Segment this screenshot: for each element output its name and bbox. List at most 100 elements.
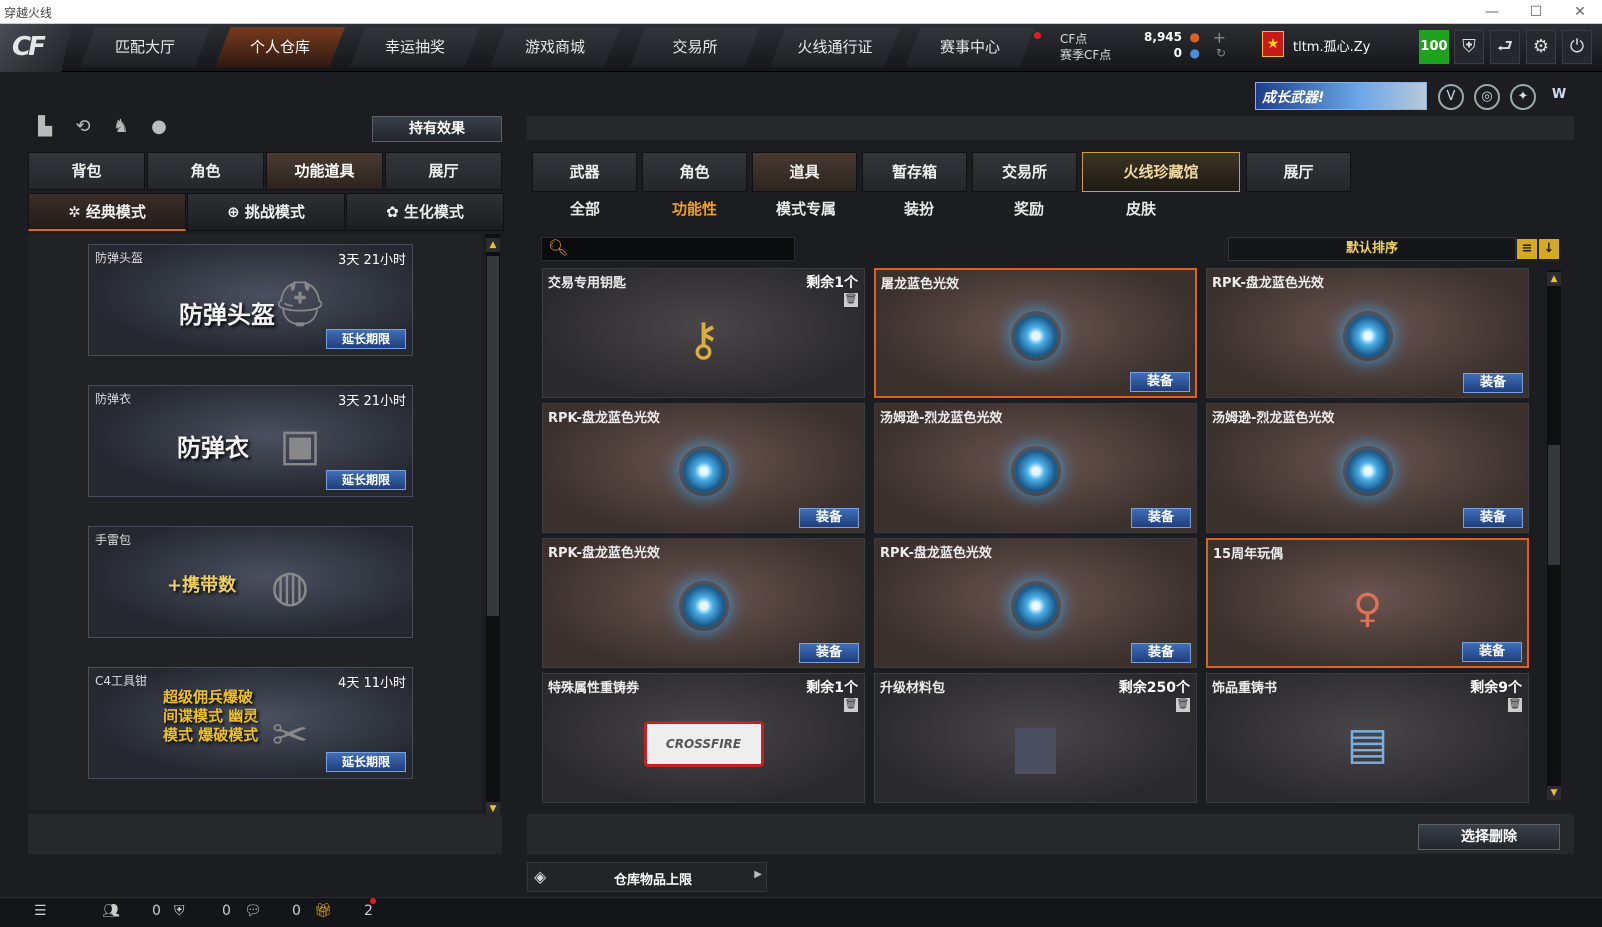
grid-item[interactable]: 特殊属性重铸券 剩余1个 🗑︎ CROSSFIRE [542,673,865,803]
trash-icon[interactable]: 🗑︎ [844,293,858,307]
clan-icon[interactable]: ⛨ [174,903,185,919]
subtab-mode-exclusive[interactable]: 模式专属 [776,198,836,222]
avatar[interactable]: ★ [1262,31,1284,57]
extend-button[interactable]: 延长期限 [326,470,406,490]
grid-item[interactable]: 汤姆逊-烈龙蓝色光效 装备 [874,403,1197,533]
username: tltm.孤心.Zy [1293,40,1371,55]
tab-backpack[interactable]: 背包 [28,152,145,190]
equip-button[interactable]: 装备 [1131,643,1191,663]
tab-showroom[interactable]: 展厅 [385,152,502,190]
storage-limit[interactable]: ◈ 仓库物品上限 ▶ [527,862,767,892]
list-view-icon[interactable]: ≡ [1517,239,1537,259]
tab-functional-items[interactable]: 功能道具 [266,152,383,190]
mode-classic[interactable]: ✲ 经典模式 [28,193,186,231]
grid-item[interactable]: 屠龙蓝色光效 装备 [874,268,1197,398]
grid-item[interactable]: 汤姆逊-烈龙蓝色光效 装备 [1206,403,1529,533]
grid-item[interactable]: 饰品重铸书 剩余9个 🗑︎ ▤ [1206,673,1529,803]
menu-icon[interactable]: ☰ [34,903,47,919]
tab-storage-box[interactable]: 暂存箱 [862,152,967,192]
biochem-mode-icon: ✿ [386,203,404,221]
list-item[interactable]: C4工具钳 4天 11小时 超级佣兵爆破 间谍模式 幽灵模式 爆破模式 ✂ 延长… [88,667,413,779]
search-input[interactable]: 🔍︎ [541,237,795,261]
badge-v-icon[interactable]: V [1438,84,1464,110]
right-scroll-thumb[interactable] [1548,445,1560,565]
delete-button[interactable]: 选择删除 [1418,824,1560,850]
grid-item[interactable]: RPK-盘龙蓝色光效 装备 [542,538,865,668]
close-icon[interactable]: ✕ [1558,0,1602,24]
subtab-skins[interactable]: 皮肤 [1126,198,1156,222]
add-icon[interactable]: + [1213,28,1226,47]
trash-icon[interactable]: 🗑︎ [844,698,858,712]
grid-item[interactable]: 交易专用钥匙 剩余1个 🗑︎ ⚷ [542,268,865,398]
tab-character[interactable]: 角色 [147,152,264,190]
grid-item[interactable]: RPK-盘龙蓝色光效 装备 [542,403,865,533]
list-item[interactable]: 防弹头盔 3天 21小时 ⛑ 防弹头盔 延长期限 [88,244,413,356]
tab-exchange-right[interactable]: 交易所 [972,152,1077,192]
extend-button[interactable]: 延长期限 [326,752,406,772]
nav-tab-pass[interactable]: 火线通行证 [770,27,900,67]
equip-button[interactable]: 装备 [1462,642,1522,662]
target-icon[interactable]: ✦ [1510,84,1536,110]
return-icon[interactable]: ⮐ [1490,30,1520,64]
list-item[interactable]: 防弹衣 3天 21小时 ▣ 防弹衣 延长期限 [88,385,413,497]
tab-weapons[interactable]: 武器 [532,152,637,192]
tab-roles[interactable]: 角色 [642,152,747,192]
power-icon[interactable]: ⏻ [1562,30,1592,64]
subtab-outfit[interactable]: 装扮 [904,198,934,222]
scroll-up-icon[interactable]: ▲ [486,238,500,252]
history-icon[interactable]: ⟲ [70,116,96,142]
mode-biochem[interactable]: ✿ 生化模式 [346,193,504,231]
tab-collection[interactable]: 火线珍藏馆 [1082,152,1240,192]
equip-button[interactable]: 装备 [1131,508,1191,528]
trash-icon[interactable]: 🗑︎ [1176,698,1190,712]
promo-banner[interactable]: 成长武器! [1255,82,1427,110]
level-badge: 100 [1419,30,1449,64]
equip-button[interactable]: 装备 [1130,372,1190,392]
equip-button[interactable]: 装备 [799,508,859,528]
left-scroll-thumb[interactable] [487,256,499,616]
trash-icon[interactable]: 🗑︎ [1508,698,1522,712]
nav-tab-events[interactable]: 赛事中心 [905,27,1035,67]
gift-icon[interactable]: 🎁︎ [314,903,332,919]
nav-tab-shop[interactable]: 游戏商城 [490,27,620,67]
scroll-up-icon[interactable]: ▲ [1547,272,1561,286]
equip-button[interactable]: 装备 [1463,373,1523,393]
sort-direction-icon[interactable]: ↓ [1539,239,1559,259]
tab-props[interactable]: 道具 [752,152,857,192]
grenade-icon[interactable]: ● [146,116,172,142]
mode-challenge[interactable]: ⊕ 挑战模式 [187,193,345,231]
subtab-functional[interactable]: 功能性 [672,198,717,222]
grid-item[interactable]: 升级材料包 剩余250个 🗑︎ ▆ [874,673,1197,803]
equip-button[interactable]: 装备 [1463,508,1523,528]
list-item[interactable]: 手雷包 ◍ +携带数 [88,526,413,638]
extend-button[interactable]: 延长期限 [326,329,406,349]
refresh-icon[interactable]: ↻ [1216,46,1226,60]
nav-tab-match-lobby[interactable]: 匹配大厅 [80,27,210,67]
grid-item[interactable]: 15周年玩偶 ♀ 装备 [1206,538,1529,668]
grid-item[interactable]: RPK-盘龙蓝色光效 装备 [1206,268,1529,398]
right-footer [527,814,1574,854]
effect-button[interactable]: 持有效果 [372,116,502,142]
subtab-all[interactable]: 全部 [570,198,600,222]
maximize-icon[interactable]: ☐ [1514,0,1558,24]
cf-logo[interactable]: CF [0,24,72,72]
gear-icon[interactable]: ⚙ [1526,30,1556,64]
subtab-rewards[interactable]: 奖励 [1014,198,1044,222]
grid-item[interactable]: RPK-盘龙蓝色光效 装备 [874,538,1197,668]
globe-icon[interactable]: ◎ [1474,84,1500,110]
mode-challenge-label: 挑战模式 [244,203,305,221]
minimize-icon[interactable]: — [1470,0,1514,24]
nav-tab-exchange[interactable]: 交易所 [630,27,760,67]
nav-tab-lottery[interactable]: 幸运抽奖 [350,27,480,67]
nav-tab-warehouse[interactable]: 个人仓库 [215,27,345,67]
equip-button[interactable]: 装备 [799,643,859,663]
tab-showroom-right[interactable]: 展厅 [1246,152,1351,192]
friends-icon[interactable]: 👥︎ [102,903,120,919]
shield-icon[interactable]: ⛨ [1454,30,1484,64]
w-logo-icon[interactable]: W [1546,84,1572,110]
sort-select[interactable]: 默认排序 [1228,237,1516,261]
scroll-down-icon[interactable]: ▼ [1547,786,1561,800]
person-icon[interactable]: ♞ [108,116,134,142]
chat-icon[interactable]: 💬︎ [244,903,262,919]
rank-icon[interactable]: ▙ [32,116,58,142]
